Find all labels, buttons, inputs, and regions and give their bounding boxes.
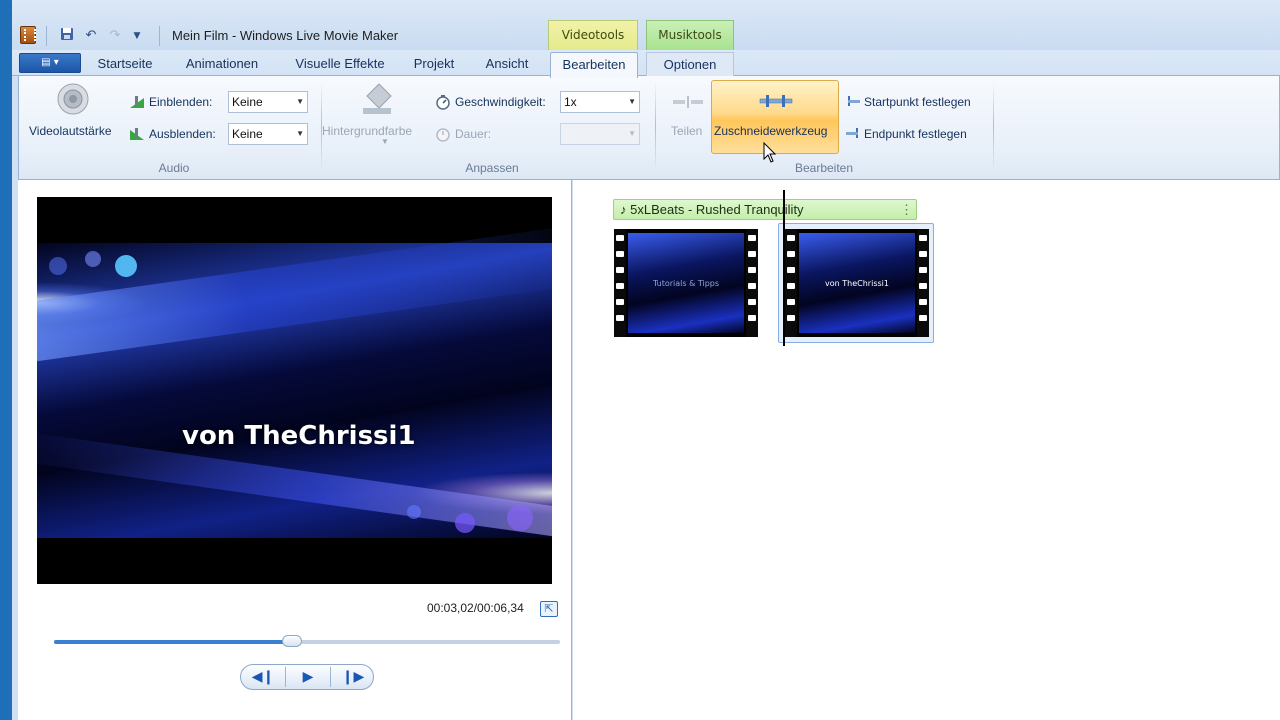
background-color-button[interactable]: Hintergrundfarbe [322, 124, 412, 138]
speed-label: Geschwindigkeit: [455, 95, 546, 109]
fade-out-value: Keine [232, 127, 263, 141]
seek-thumb[interactable] [281, 635, 302, 647]
fade-in-value: Keine [232, 95, 263, 109]
duration-icon [435, 126, 451, 142]
set-end-point-icon [845, 126, 861, 142]
seek-progress [54, 640, 292, 644]
set-start-point-button[interactable]: Startpunkt festlegen [864, 95, 971, 109]
menu-icon: ▤ ▾ [41, 57, 59, 68]
customize-qat-icon[interactable]: ▼ [128, 27, 146, 45]
grip-icon: ⋮ [900, 202, 913, 217]
video-overlay-text: von TheChrissi1 [182, 421, 416, 451]
redo-icon[interactable]: ↷ [106, 27, 124, 45]
duration-label: Dauer: [455, 127, 492, 141]
playhead[interactable] [783, 190, 785, 346]
title-bar: ↶ ↷ ▼ Mein Film - Windows Live Movie Mak… [12, 0, 1280, 50]
trim-icon [758, 95, 794, 107]
previous-frame-icon[interactable]: ◀❙ [241, 665, 285, 689]
duration-dropdown[interactable]: ▼ [560, 123, 640, 145]
speaker-icon [56, 82, 90, 116]
tab-animationen[interactable]: Animationen [172, 52, 272, 77]
fade-in-label: Einblenden: [149, 95, 213, 109]
group-label-anpassen: Anpassen [465, 161, 519, 175]
fullscreen-icon[interactable]: ⇱ [540, 601, 558, 617]
music-note-icon: ♪ [620, 202, 627, 217]
group-label-bearbeiten: Bearbeiten [794, 161, 854, 175]
app-window: ↶ ↷ ▼ Mein Film - Windows Live Movie Mak… [12, 0, 1280, 720]
clip-thumbnail[interactable]: von TheChrissi1 [785, 229, 929, 337]
preview-pane: von TheChrissi1 00:03,02/00:06,34 ⇱ ◀❙ ▶… [18, 180, 572, 720]
set-start-point-icon [845, 94, 861, 110]
context-tab-musiktools: Musiktools [646, 20, 734, 50]
clip-caption: Tutorials & Tipps [652, 279, 720, 288]
video-frame: von TheChrissi1 [37, 220, 552, 545]
trim-tool-label: Zuschneidewerkzeug [714, 124, 828, 138]
music-track[interactable]: ♪ 5xLBeats - Rushed Tranquility ⋮ [613, 199, 917, 220]
fade-out-icon [129, 126, 145, 142]
chevron-down-icon: ▼ [296, 129, 304, 138]
chevron-down-icon: ▼ [296, 97, 304, 106]
fade-out-label: Ausblenden: [149, 127, 216, 141]
play-icon[interactable]: ▶ [286, 665, 330, 689]
set-end-point-button[interactable]: Endpunkt festlegen [864, 127, 967, 141]
fade-out-dropdown[interactable]: Keine ▼ [228, 123, 308, 145]
fade-in-icon [129, 94, 145, 110]
chevron-down-icon: ▼ [381, 137, 389, 146]
split-button[interactable]: Teilen [671, 124, 702, 138]
speed-dropdown[interactable]: 1x ▼ [560, 91, 640, 113]
tab-startseite[interactable]: Startseite [86, 52, 164, 77]
context-tab-videotools: Videotools [548, 20, 638, 50]
split-icon [671, 96, 707, 108]
chevron-down-icon: ▼ [628, 129, 636, 138]
music-track-title: 5xLBeats - Rushed Tranquility [630, 202, 804, 217]
ribbon: Videolautstärke Einblenden: Keine ▼ Ausb… [18, 76, 1280, 180]
transport-controls: ◀❙ ▶ ❙▶ [240, 664, 374, 690]
tab-optionen[interactable]: Optionen [646, 52, 734, 77]
next-frame-icon[interactable]: ❙▶ [331, 665, 375, 689]
seek-bar[interactable] [54, 640, 560, 644]
window-title: Mein Film - Windows Live Movie Maker [172, 28, 399, 43]
tab-ansicht[interactable]: Ansicht [474, 52, 540, 77]
volume-button[interactable]: Videolautstärke [29, 124, 112, 138]
tab-bearbeiten[interactable]: Bearbeiten [550, 52, 638, 78]
tab-projekt[interactable]: Projekt [404, 52, 464, 77]
movie-maker-icon[interactable] [20, 26, 36, 44]
paint-bucket-icon [359, 82, 395, 116]
video-preview[interactable]: von TheChrissi1 [37, 197, 552, 584]
chevron-down-icon: ▼ [628, 97, 636, 106]
clip-caption: von TheChrissi1 [825, 279, 889, 288]
storyboard: ♪ 5xLBeats - Rushed Tranquility ⋮ Tutori… [573, 180, 1280, 720]
tab-visuelle-effekte[interactable]: Visuelle Effekte [280, 52, 400, 77]
clip-thumbnail[interactable]: Tutorials & Tipps [614, 229, 758, 337]
undo-icon[interactable]: ↶ [82, 27, 100, 45]
speed-icon [435, 94, 451, 110]
group-label-audio: Audio [158, 161, 190, 175]
fade-in-dropdown[interactable]: Keine ▼ [228, 91, 308, 113]
save-icon[interactable] [58, 27, 76, 45]
timecode: 00:03,02/00:06,34 [427, 601, 524, 615]
speed-value: 1x [564, 95, 577, 109]
app-menu-button[interactable]: ▤ ▾ [19, 53, 81, 73]
